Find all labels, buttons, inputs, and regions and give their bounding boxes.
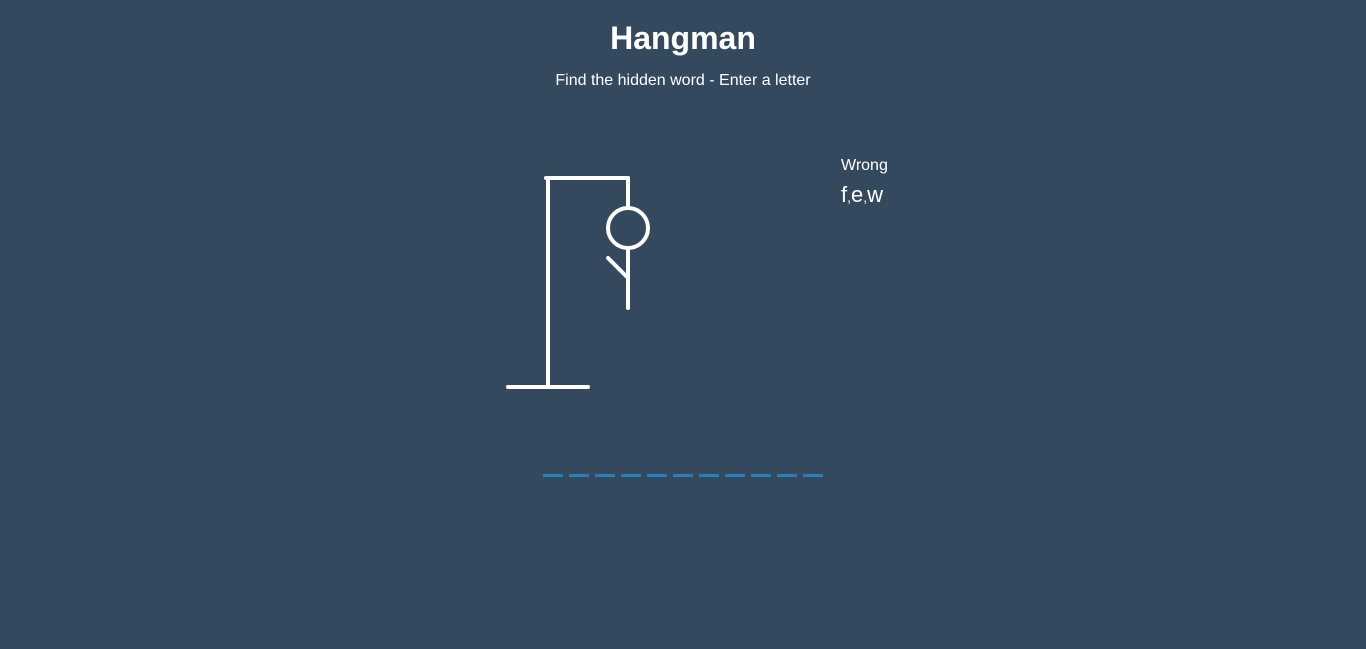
letter-slot [751, 440, 771, 477]
letter-slot [803, 440, 823, 477]
wrong-label: Wrong [841, 157, 888, 174]
wrong-letters-panel: Wrong f,e,w [841, 157, 888, 209]
letter-slot [569, 440, 589, 477]
hangman-left-arm [606, 256, 630, 280]
hangman-head [606, 206, 650, 250]
letter-slot [595, 440, 615, 477]
letter-slot [647, 440, 667, 477]
wrong-letter: w [867, 182, 884, 207]
hidden-word [543, 440, 823, 477]
hangman-figure [506, 176, 650, 389]
letter-slot [725, 440, 745, 477]
letter-slot [543, 440, 563, 477]
letter-slot [777, 440, 797, 477]
letter-slot [699, 440, 719, 477]
wrong-letter: e [851, 182, 864, 207]
letter-slot [673, 440, 693, 477]
wrong-letters-list: f,e,w [841, 183, 888, 209]
letter-slot [621, 440, 641, 477]
